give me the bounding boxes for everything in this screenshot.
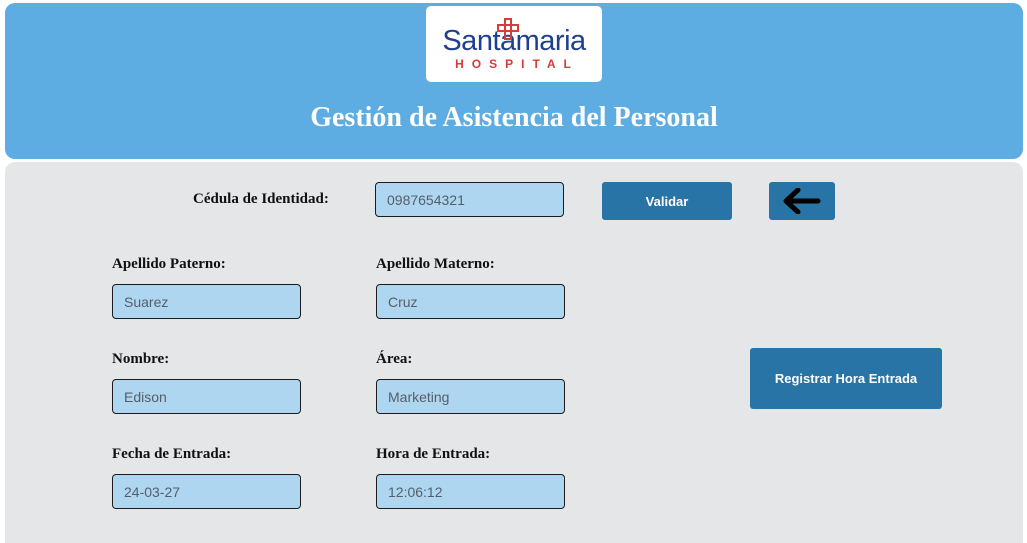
apellido-paterno-input[interactable]: [112, 284, 301, 319]
area-input[interactable]: [376, 379, 565, 414]
nombre-label: Nombre:: [112, 351, 170, 367]
hora-entrada-label: Hora de Entrada:: [376, 446, 491, 462]
registrar-hora-entrada-button[interactable]: Registrar Hora Entrada: [750, 348, 942, 409]
apellido-materno-input[interactable]: [376, 284, 565, 319]
hora-entrada-input[interactable]: [376, 474, 565, 509]
fecha-entrada-input[interactable]: [112, 474, 301, 509]
page-title: Gestión de Asistencia del Personal: [310, 102, 718, 133]
fecha-entrada-label: Fecha de Entrada:: [112, 446, 232, 462]
hospital-logo: Santamaria HOSPITAL: [426, 6, 602, 82]
apellido-materno-label: Apellido Materno:: [376, 256, 495, 272]
medical-cross-icon: [497, 18, 519, 40]
area-label: Área:: [376, 351, 413, 367]
arrow-left-icon: [783, 188, 821, 214]
validar-button[interactable]: Validar: [602, 182, 732, 220]
nombre-input[interactable]: [112, 379, 301, 414]
attendance-form-panel: Cédula de Identidad: Validar Apellido Pa…: [5, 162, 1023, 543]
back-button[interactable]: [769, 182, 835, 220]
header-banner: Santamaria HOSPITAL Gestión de Asistenci…: [5, 3, 1023, 159]
cedula-label: Cédula de Identidad:: [193, 191, 329, 207]
logo-subtitle: HOSPITAL: [455, 57, 579, 71]
cedula-input[interactable]: [375, 182, 564, 217]
apellido-paterno-label: Apellido Paterno:: [112, 256, 226, 272]
